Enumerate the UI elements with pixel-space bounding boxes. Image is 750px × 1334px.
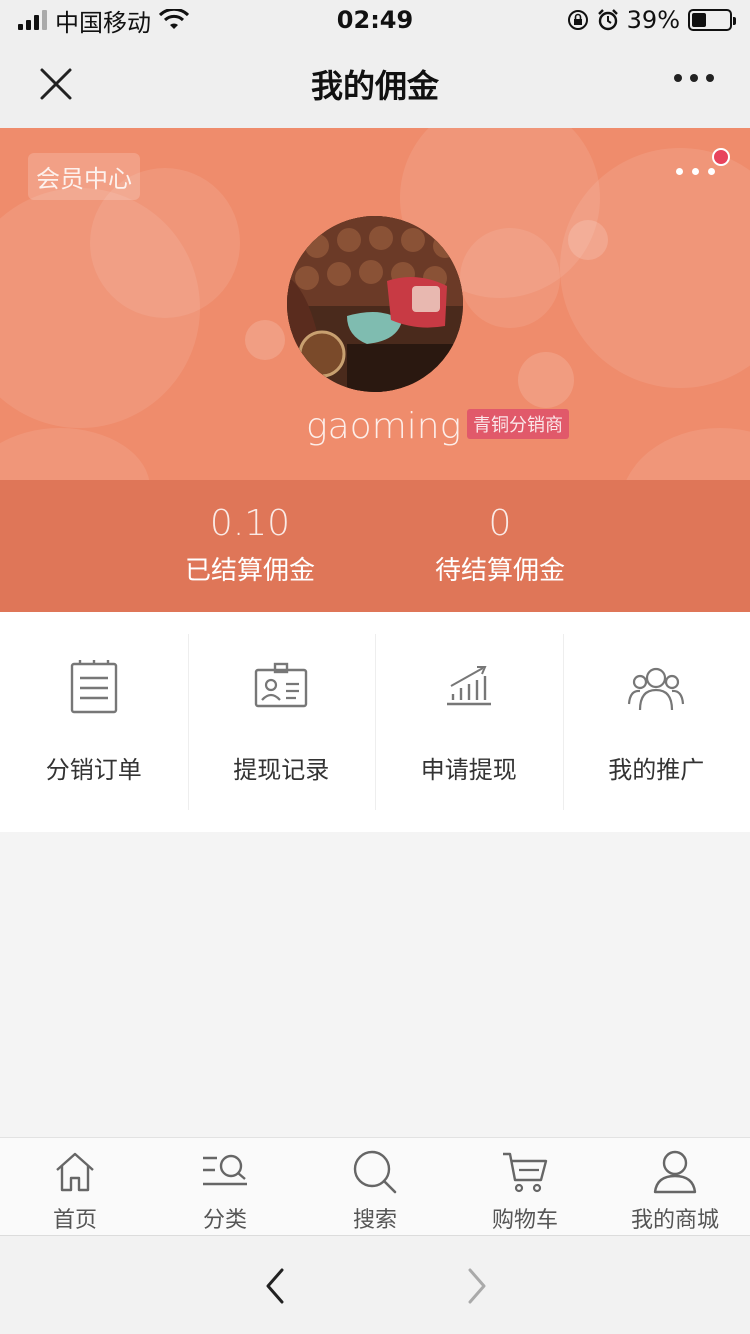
more-menu-button[interactable] <box>674 74 714 82</box>
status-left: 中国移动 <box>18 3 189 38</box>
browser-toolbar <box>0 1235 750 1334</box>
tab-label: 首页 <box>52 1208 97 1233</box>
menu-item-distribution-orders[interactable]: 分销订单 <box>0 612 188 832</box>
user-icon <box>653 1150 697 1194</box>
settled-commission[interactable]: 0.10 已结算佣金 <box>125 500 375 587</box>
pending-commission[interactable]: 0 待结算佣金 <box>375 500 625 587</box>
menu-label: 我的推广 <box>608 756 705 784</box>
battery-percent: 39% <box>626 6 680 34</box>
more-dot-icon <box>706 74 714 82</box>
avatar[interactable] <box>287 216 463 392</box>
menu-label: 申请提现 <box>420 756 517 784</box>
level-badge: 青铜分销商 <box>467 409 569 439</box>
wifi-icon <box>159 9 189 29</box>
menu-item-withdrawal-records[interactable]: 提现记录 <box>187 612 376 832</box>
menu-item-apply-withdrawal[interactable]: 申请提现 <box>375 612 563 832</box>
status-bar: 中国移动 02:49 39% <box>0 0 750 40</box>
status-right: 39% <box>567 6 736 34</box>
tab-home[interactable]: 首页 <box>0 1138 150 1235</box>
member-center-link[interactable]: 会员中心 <box>28 153 140 200</box>
group-users-icon <box>628 667 685 711</box>
pending-commission-value: 0 <box>488 503 512 544</box>
nav-bar: 我的佣金 <box>0 40 750 128</box>
home-icon <box>56 1152 94 1192</box>
commission-stats: 0.10 已结算佣金 0 待结算佣金 <box>0 480 750 612</box>
tab-my-mall[interactable]: 我的商城 <box>600 1138 750 1235</box>
more-dot-icon <box>690 74 698 82</box>
settled-commission-label: 已结算佣金 <box>184 556 315 586</box>
decorative-bubble <box>518 352 574 408</box>
tab-label: 搜索 <box>352 1208 397 1233</box>
avatar-photo <box>287 216 463 392</box>
cart-icon <box>503 1152 548 1193</box>
function-menu: 分销订单 提现记录 申请提现 我的推广 <box>0 612 750 832</box>
battery-icon <box>688 9 736 31</box>
settled-commission-value: 0.10 <box>209 503 291 544</box>
more-dots-icon <box>676 168 715 175</box>
document-list-icon <box>70 660 117 714</box>
profile-hero: 会员中心 gaoming 青铜分销商 0.10 已结算佣金 0 待结算佣金 <box>0 128 750 612</box>
menu-item-my-promotion[interactable]: 我的推广 <box>562 612 750 832</box>
notification-dot <box>712 148 730 166</box>
menu-label: 分销订单 <box>45 756 142 784</box>
decorative-bubble <box>568 220 608 260</box>
username: gaoming <box>306 406 462 447</box>
rotation-lock-icon <box>567 10 588 30</box>
bar-chart-icon <box>446 666 491 706</box>
alarm-icon <box>597 9 618 31</box>
hero-more-button[interactable] <box>670 148 730 188</box>
forward-arrow-icon[interactable] <box>456 1266 496 1306</box>
tab-cart[interactable]: 购物车 <box>450 1138 600 1235</box>
menu-label: 提现记录 <box>233 756 330 784</box>
decorative-bubble <box>460 228 560 328</box>
pending-commission-label: 待结算佣金 <box>434 556 565 586</box>
tab-category[interactable]: 分类 <box>150 1138 300 1235</box>
battery-fill <box>692 13 707 27</box>
back-arrow-icon[interactable] <box>256 1266 296 1306</box>
more-dot-icon <box>674 74 682 82</box>
category-search-icon <box>203 1154 247 1186</box>
tab-label: 分类 <box>202 1208 247 1233</box>
bottom-tab-bar: 首页 分类 搜索 购物车 我的商城 <box>0 1137 750 1235</box>
id-card-icon <box>255 662 308 708</box>
tab-label: 购物车 <box>491 1208 558 1233</box>
tab-label: 我的商城 <box>630 1208 719 1233</box>
carrier-label: 中国移动 <box>55 8 151 37</box>
decorative-bubble <box>245 320 285 360</box>
signal-icon <box>18 10 47 30</box>
page-title: 我的佣金 <box>310 67 439 105</box>
close-icon[interactable] <box>36 64 76 104</box>
tab-search[interactable]: 搜索 <box>300 1138 450 1235</box>
search-icon <box>353 1150 397 1194</box>
